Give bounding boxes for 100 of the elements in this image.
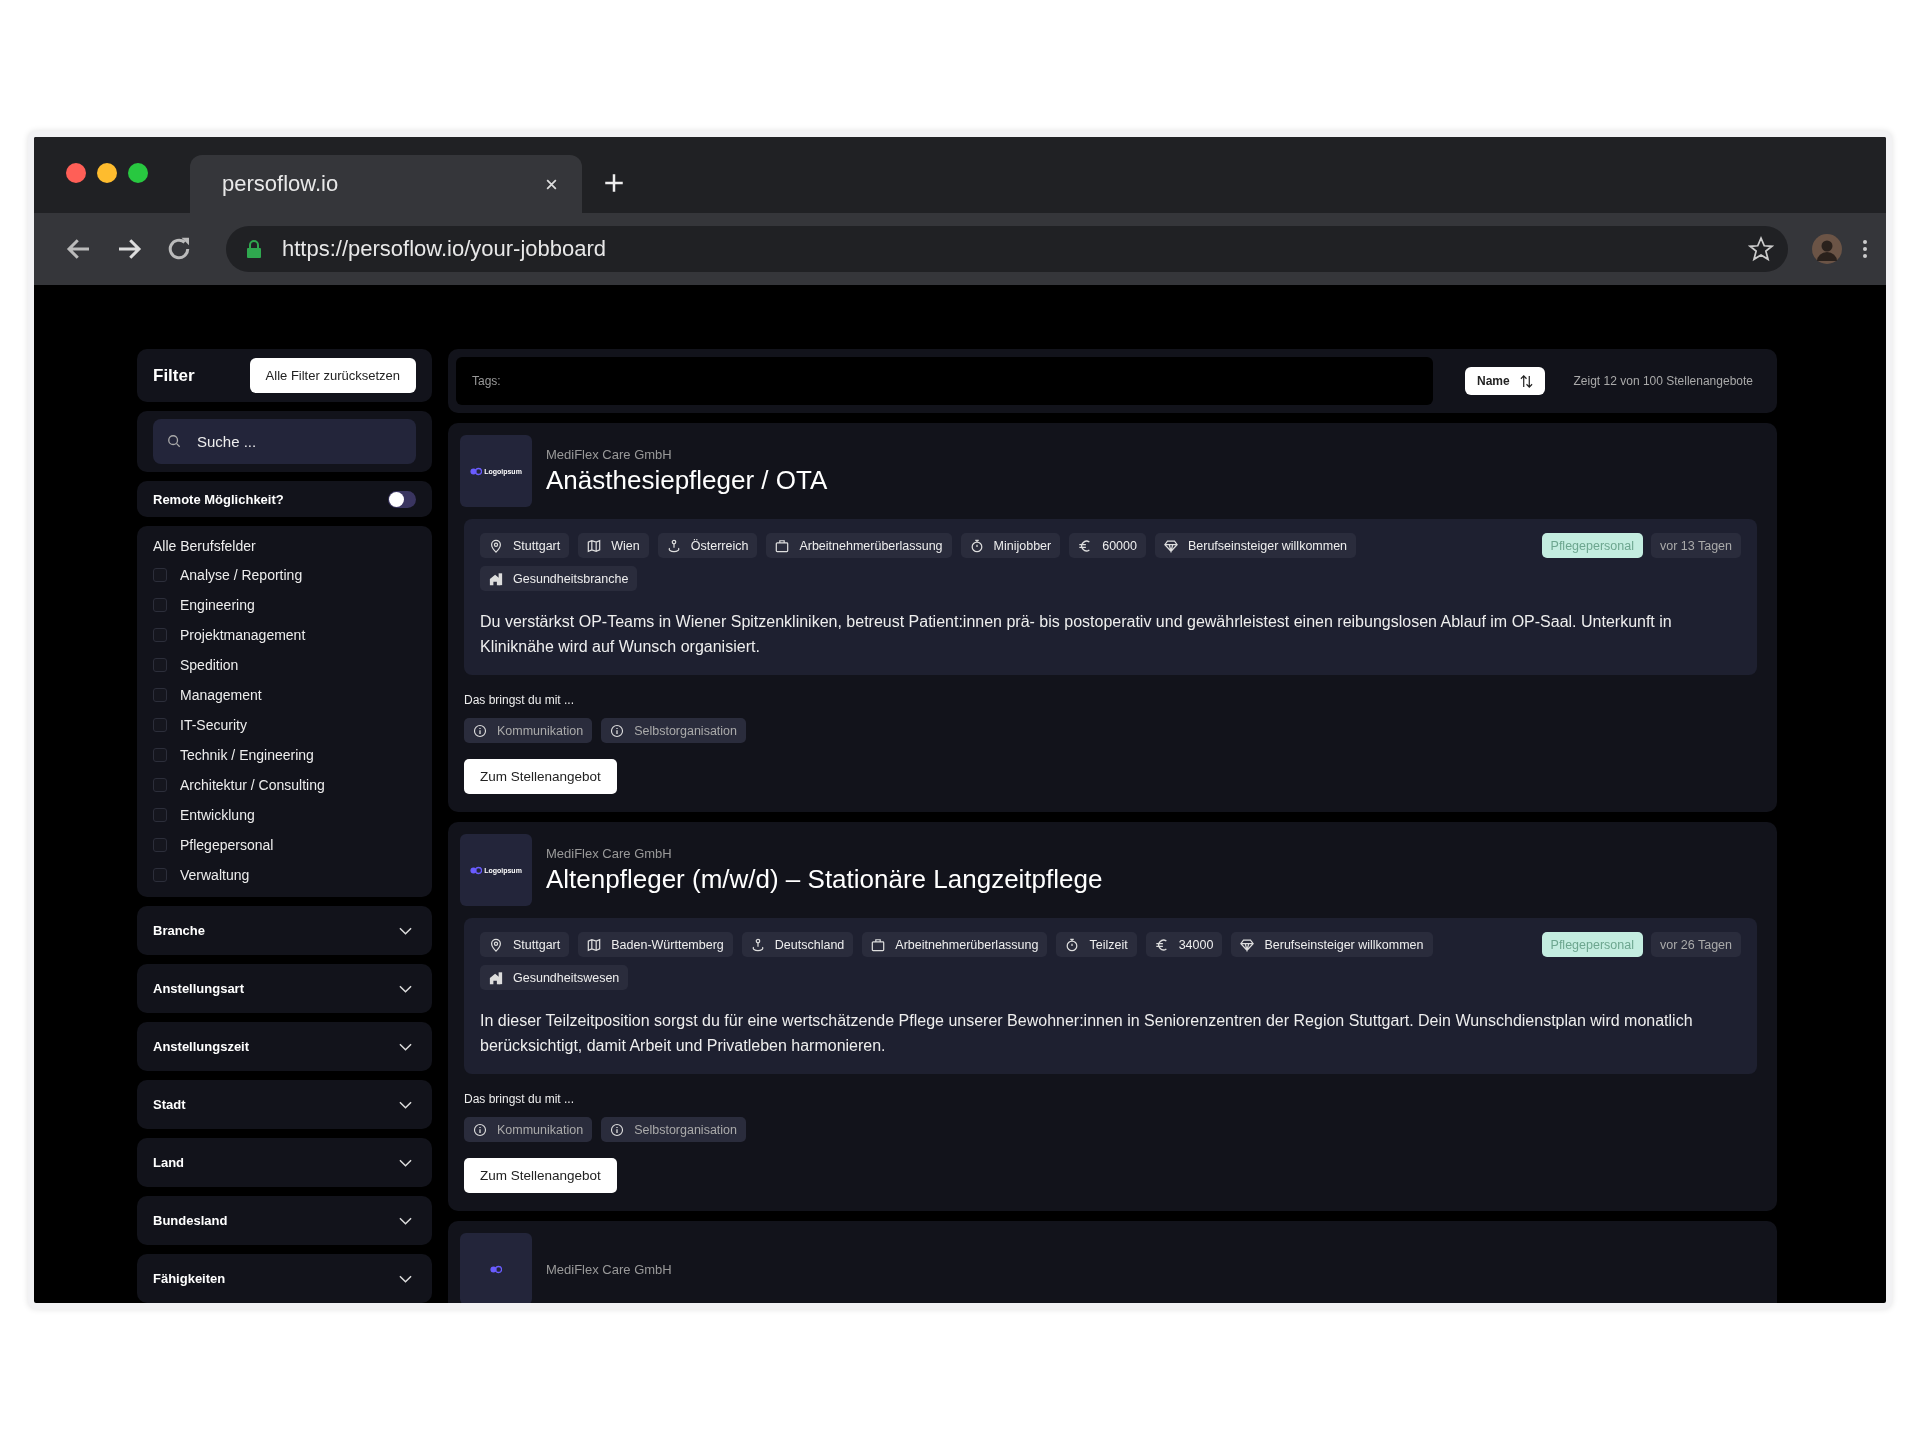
view-job-button[interactable]: Zum Stellenangebot: [464, 759, 617, 794]
tag-label: Arbeitnehmerüberlassung: [895, 937, 1039, 952]
category-badge: Pflegepersonal: [1541, 533, 1643, 558]
checkbox[interactable]: [153, 837, 167, 852]
chevron-icon: [399, 1158, 412, 1167]
view-job-button[interactable]: Zum Stellenangebot: [464, 1158, 617, 1193]
section-title: Stadt: [153, 1097, 186, 1112]
logo-mark-icon: [490, 1264, 502, 1274]
close-tab-icon[interactable]: [545, 177, 558, 191]
tab-title: persoflow.io: [222, 171, 340, 197]
skill-label: Kommunikation: [497, 1122, 584, 1137]
filter-section[interactable]: Bundesland: [137, 1196, 432, 1245]
filter-section[interactable]: Land: [137, 1138, 432, 1187]
tag-label: Gesundheitswesen: [513, 970, 620, 985]
skills-heading: Das bringst du mit ...: [464, 693, 576, 707]
filter-section[interactable]: Fähigkeiten: [137, 1254, 432, 1303]
briefcase-icon: [871, 937, 886, 952]
new-tab-icon[interactable]: [604, 173, 624, 193]
skill-label: Selbstorganisation: [634, 723, 737, 738]
logo-mark-icon: [470, 865, 483, 875]
checkbox[interactable]: [153, 567, 167, 582]
info-icon: [610, 723, 625, 738]
reset-filters-button[interactable]: Alle Filter zurücksetzen: [249, 358, 416, 394]
briefcase-icon: [775, 538, 790, 553]
skill-label: Selbstorganisation: [634, 1122, 737, 1137]
checkbox[interactable]: [153, 657, 167, 672]
field-label[interactable]: Engineering: [180, 596, 255, 613]
remote-label: Remote Möglichkeit?: [153, 491, 284, 507]
section-title: Bundesland: [153, 1213, 228, 1228]
tag-label: 60000: [1102, 538, 1137, 553]
tag-label: Stuttgart: [513, 937, 561, 952]
checkbox[interactable]: [153, 867, 167, 882]
maximize-window-icon[interactable]: [128, 163, 148, 183]
checkbox[interactable]: [153, 627, 167, 642]
browser-tab[interactable]: persoflow.io: [190, 155, 582, 213]
posted-age: vor 13 Tagen: [1650, 533, 1741, 558]
tags-label: Tags:: [472, 374, 501, 388]
field-label[interactable]: Spedition: [180, 656, 239, 673]
chevron-icon: [399, 1216, 412, 1225]
bookmark-star-icon[interactable]: [1748, 236, 1774, 262]
tag-label: 34000: [1178, 937, 1214, 952]
tag-label: Minijobber: [993, 538, 1052, 553]
remote-toggle[interactable]: [388, 490, 416, 508]
job-description: Du verstärkst OP-Teams in Wiener Spitzenkliniken, betreust Patient:innen prä- bis postoperativ und gewährleistest einen reibungslosen Ablauf im OP-Saal. Unterkunft in Kliniknähe wird auf Wunsch organisiert.: [480, 612, 1673, 657]
field-label[interactable]: Analyse / Reporting: [180, 566, 303, 583]
company-name: MediFlex Care GmbH: [546, 845, 673, 861]
field-label[interactable]: Architektur / Consulting: [180, 776, 325, 793]
section-title: Anstellungsart: [153, 981, 244, 996]
field-label[interactable]: Entwicklung: [180, 806, 255, 823]
tag-label: Stuttgart: [513, 538, 561, 553]
section-title: Land: [153, 1155, 185, 1170]
address-bar[interactable]: https://persoflow.io/your-jobboard: [226, 226, 1788, 272]
tag-label: Arbeitnehmerüberlassung: [799, 538, 943, 553]
diamond-icon: [1163, 538, 1178, 553]
house-icon: [489, 571, 503, 586]
close-window-icon[interactable]: [66, 163, 86, 183]
tag-label: Berufseinsteiger willkommen: [1264, 937, 1424, 952]
menu-icon[interactable]: [1862, 239, 1868, 259]
avatar-icon[interactable]: [1812, 234, 1842, 264]
chevron-icon: [399, 926, 412, 935]
logo-mark-icon: [470, 466, 483, 476]
search-field[interactable]: Suche ...: [153, 419, 416, 465]
filter-section[interactable]: Stadt: [137, 1080, 432, 1129]
section-title: Branche: [153, 923, 206, 938]
job-title: Anästhesiepfleger / OTA: [546, 464, 828, 496]
checkbox[interactable]: [153, 717, 167, 732]
chevron-icon: [399, 1042, 412, 1051]
job-title: Altenpfleger (m/w/d) – Stationäre Langzeitpflege: [546, 863, 1103, 895]
chevron-icon: [399, 984, 412, 993]
info-icon: [473, 1122, 487, 1137]
job-description: In dieser Teilzeitposition sorgst du für eine wertschätzende Pflege unserer Bewohner:innen in Seniorenzentren der Region Stuttgart. Dein Wunschdienstplan wird monatlich berücksichtigt, damit Arbeit und Privatleben harmonieren.: [480, 1011, 1694, 1056]
field-label[interactable]: Pflegepersonal: [180, 836, 274, 853]
minimize-window-icon[interactable]: [97, 163, 117, 183]
filter-section[interactable]: Anstellungszeit: [137, 1022, 432, 1071]
filter-section[interactable]: Branche: [137, 906, 432, 955]
company-name: MediFlex Care GmbH: [546, 1261, 672, 1277]
tag-label: Deutschland: [774, 937, 845, 952]
info-icon: [610, 1122, 625, 1137]
euro-icon: [1154, 937, 1169, 952]
house-icon: [489, 970, 503, 985]
field-label[interactable]: IT-Security: [180, 716, 247, 733]
field-label[interactable]: Verwaltung: [180, 866, 250, 883]
chevron-icon: [399, 1274, 412, 1283]
field-label[interactable]: Technik / Engineering: [180, 746, 314, 763]
filter-section[interactable]: Anstellungsart: [137, 964, 432, 1013]
checkbox[interactable]: [153, 747, 167, 762]
checkbox[interactable]: [153, 687, 167, 702]
checkbox[interactable]: [153, 777, 167, 792]
filter-title: Filter: [153, 365, 195, 386]
checkbox[interactable]: [153, 807, 167, 822]
result-count: Zeigt 12 von 100 Stellenangebote: [1573, 374, 1753, 388]
field-label[interactable]: Projektmanagement: [180, 626, 306, 643]
skills-heading: Das bringst du mit ...: [464, 1092, 576, 1106]
sort-button[interactable]: Name: [1465, 367, 1545, 395]
field-label[interactable]: Management: [180, 686, 262, 703]
checkbox[interactable]: [153, 597, 167, 612]
tag-label: Baden-Württemberg: [611, 937, 724, 952]
tags-field[interactable]: Tags:: [456, 357, 1433, 405]
stopwatch-icon: [969, 538, 984, 553]
tag-label: Teilzeit: [1089, 937, 1128, 952]
